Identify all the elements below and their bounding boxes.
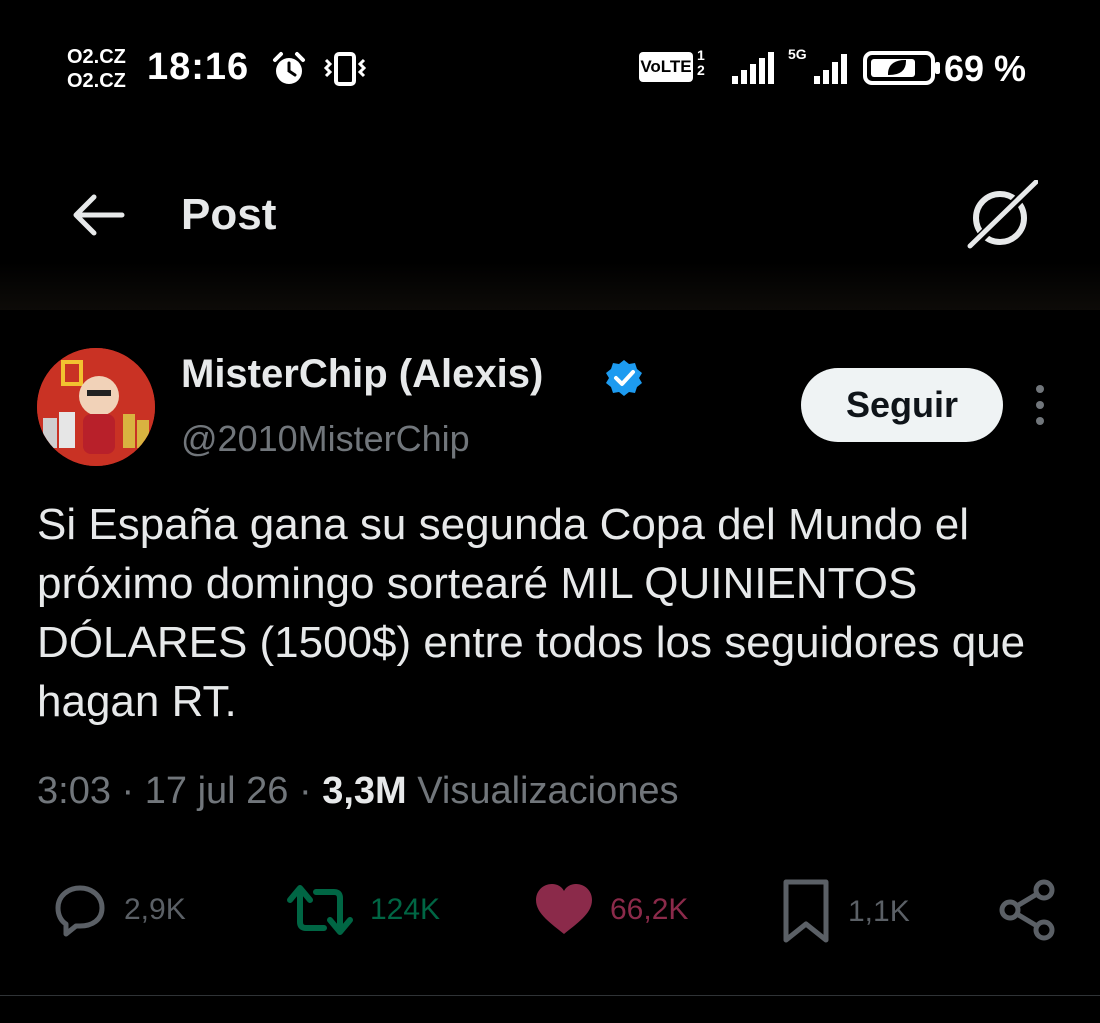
app-header: Post <box>0 150 1100 310</box>
battery-percent: 69 % <box>944 48 1027 89</box>
volte-badge: VoLTE <box>639 52 693 82</box>
alarm-icon <box>270 50 308 93</box>
grok-icon <box>967 179 1039 250</box>
retweet-button[interactable]: 124K <box>284 878 440 942</box>
views-count: 3,3M <box>322 770 407 812</box>
like-count: 66,2K <box>610 893 689 926</box>
back-button[interactable] <box>68 190 128 240</box>
status-bar: O2.CZ O2.CZ 18:16 VoLTE 1 2 5G 69 % <box>0 0 1100 130</box>
display-name[interactable]: MisterChip (Alexis) <box>181 352 543 397</box>
handle[interactable]: @2010MisterChip <box>181 418 470 460</box>
verified-badge-icon <box>604 358 644 403</box>
sim-1-label: 1 <box>697 47 705 63</box>
carrier-1: O2.CZ <box>67 46 126 68</box>
views-label: Visualizaciones <box>417 770 679 812</box>
tweet-time[interactable]: 3:03 <box>37 770 111 812</box>
tweet-text: Si España gana su segunda Copa del Mundo… <box>37 500 1026 726</box>
meta-separator: · <box>298 770 312 812</box>
page-title: Post <box>181 190 277 239</box>
reply-button[interactable]: 2,9K <box>46 878 186 942</box>
meta-separator: · <box>121 770 135 812</box>
like-button[interactable]: 66,2K <box>532 878 688 942</box>
retweet-icon <box>287 885 353 935</box>
battery-icon <box>863 50 943 91</box>
tweet-date[interactable]: 17 jul 26 <box>145 770 289 812</box>
share-icon <box>999 879 1055 941</box>
carrier-2: O2.CZ <box>67 70 126 92</box>
signal-strength-2-icon <box>800 52 850 91</box>
carrier-labels: O2.CZ O2.CZ <box>67 44 126 92</box>
more-options-icon[interactable] <box>1030 385 1050 429</box>
avatar-image <box>37 348 155 466</box>
avatar[interactable] <box>37 348 155 466</box>
follow-button[interactable]: Seguir <box>801 368 1003 442</box>
vibrate-icon <box>320 50 370 93</box>
reply-icon <box>55 885 105 937</box>
bookmark-icon <box>783 879 829 943</box>
sim-indicator: 1 2 <box>697 48 705 78</box>
grok-button[interactable] <box>966 179 1039 252</box>
bookmark-count: 1,1K <box>848 895 910 928</box>
bookmark-button[interactable]: 1,1K <box>778 878 910 946</box>
retweet-count: 124K <box>370 893 441 926</box>
arrow-left-icon <box>73 194 125 236</box>
tweet-meta: 3:03 · 17 jul 26 · 3,3M Visualizaciones <box>37 770 678 813</box>
share-button[interactable] <box>996 878 1060 942</box>
signal-strength-icon <box>730 52 776 91</box>
sim-2-label: 2 <box>697 62 705 78</box>
reply-count: 2,9K <box>124 893 186 926</box>
heart-icon <box>536 884 592 934</box>
divider <box>0 995 1100 996</box>
clock: 18:16 <box>147 46 250 88</box>
